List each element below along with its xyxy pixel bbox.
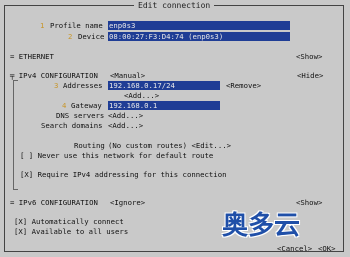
profile-name-input[interactable]: enp0s3 <box>108 21 290 30</box>
ipv4-section-bracket <box>13 80 18 190</box>
dns-add-button[interactable]: <Add...> <box>108 111 143 120</box>
ethernet-show-button[interactable]: <Show> <box>296 52 322 61</box>
auto-connect-checkbox[interactable]: [X] Automatically connect <box>14 217 124 226</box>
require-ipv4-checkbox[interactable]: [X] Require IPv4 addressing for this con… <box>20 170 226 179</box>
ethernet-section-label: = ETHERNET <box>10 52 54 61</box>
routing-edit-button[interactable]: (No custom routes) <Edit...> <box>108 141 231 150</box>
terminal-screen: Edit connection 1 Profile name enp0s3 2 … <box>0 0 350 257</box>
ok-button[interactable]: <OK> <box>318 244 336 253</box>
all-users-checkbox[interactable]: [X] Available to all users <box>14 227 128 236</box>
ipv6-section-label: = IPv6 CONFIGURATION <box>10 198 98 207</box>
annotation-1: 1 <box>40 21 45 30</box>
dialog-title: Edit connection <box>134 0 215 11</box>
routing-label: Routing <box>74 141 105 150</box>
address-input[interactable]: 192.168.0.17/24 <box>108 81 220 90</box>
annotation-3: 3 <box>54 81 59 90</box>
addresses-label: Addresses <box>63 81 103 90</box>
ipv4-hide-button[interactable]: <Hide> <box>297 71 323 80</box>
ipv4-mode-select[interactable]: <Manual> <box>110 71 145 80</box>
device-label: Device <box>78 32 105 41</box>
gateway-label: Gateway <box>71 101 102 110</box>
search-domains-add-button[interactable]: <Add...> <box>108 121 143 130</box>
dns-servers-label: DNS servers <box>56 111 105 120</box>
add-address-button[interactable]: <Add...> <box>124 91 159 100</box>
remove-address-button[interactable]: <Remove> <box>226 81 261 90</box>
annotation-2: 2 <box>68 32 73 41</box>
profile-name-label: Profile name <box>50 21 103 30</box>
annotation-4: 4 <box>62 101 67 110</box>
watermark-text: 奥多云 <box>222 211 301 241</box>
ipv6-mode-select[interactable]: <Ignore> <box>110 198 145 207</box>
never-default-route-checkbox[interactable]: [ ] Never use this network for default r… <box>20 151 213 160</box>
ipv4-section-label: ╤ IPv4 CONFIGURATION <box>10 71 98 80</box>
search-domains-label: Search domains <box>41 121 103 130</box>
device-input[interactable]: 08:00:27:F3:D4:74 (enp0s3) <box>108 32 290 41</box>
watermark-logo: 奥多云 <box>222 205 300 247</box>
gateway-input[interactable]: 192.168.0.1 <box>108 101 220 110</box>
